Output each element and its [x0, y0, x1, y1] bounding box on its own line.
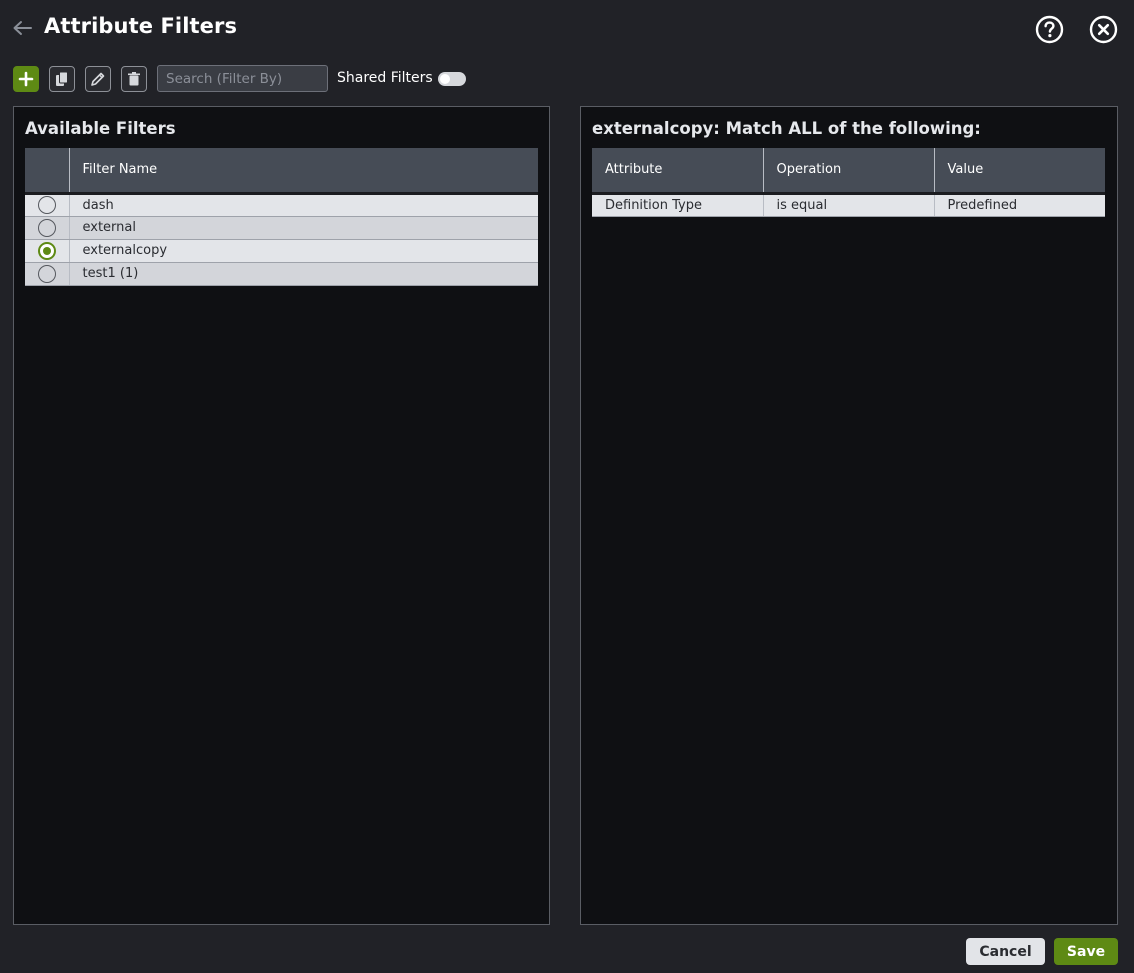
table-row[interactable]: dash — [25, 193, 538, 217]
close-circle-icon[interactable] — [1089, 15, 1118, 44]
filter-name-header[interactable]: Filter Name — [69, 148, 538, 193]
filter-details-title: externalcopy: Match ALL of the following… — [592, 119, 981, 138]
filter-details-panel: externalcopy: Match ALL of the following… — [580, 106, 1118, 925]
table-row[interactable]: test1 (1) — [25, 262, 538, 286]
header: Attribute Filters — [0, 0, 1134, 58]
copy-icon — [56, 71, 68, 86]
radio-button[interactable] — [37, 218, 56, 237]
pencil-icon — [91, 72, 105, 86]
attribute-cell: Definition Type — [592, 193, 764, 217]
table-row[interactable]: Definition Type is equal Predefined — [592, 193, 1105, 217]
plus-icon — [18, 71, 34, 87]
conditions-table: Attribute Operation Value Definition Typ… — [592, 148, 1105, 217]
operation-header[interactable]: Operation — [763, 148, 935, 193]
attribute-header[interactable]: Attribute — [592, 148, 764, 193]
copy-filter-button[interactable] — [49, 66, 75, 92]
toolbar: Shared Filters — [0, 62, 1134, 96]
shared-filters-toggle[interactable] — [438, 72, 466, 86]
page-title: Attribute Filters — [44, 14, 238, 38]
radio-button[interactable] — [37, 264, 56, 283]
save-button[interactable]: Save — [1054, 938, 1118, 965]
table-row[interactable]: external — [25, 216, 538, 240]
value-header[interactable]: Value — [934, 148, 1105, 193]
radio-button[interactable] — [37, 196, 56, 214]
arrow-left-icon[interactable] — [11, 18, 33, 38]
available-filters-panel: Available Filters Filter Name dash exter… — [13, 106, 550, 925]
add-filter-button[interactable] — [13, 66, 39, 92]
search-input[interactable] — [157, 65, 328, 92]
toggle-knob — [440, 74, 450, 84]
filter-name-cell: dash — [69, 193, 538, 217]
filter-name-cell: external — [69, 216, 538, 240]
operation-cell: is equal — [763, 193, 935, 217]
available-filters-title: Available Filters — [25, 119, 176, 138]
edit-filter-button[interactable] — [85, 66, 111, 92]
cancel-button[interactable]: Cancel — [966, 938, 1045, 965]
shared-filters-label: Shared Filters — [337, 70, 433, 86]
table-row[interactable]: externalcopy — [25, 239, 538, 263]
filters-table: Filter Name dash external externalcopy t… — [25, 148, 538, 286]
radio-button-selected[interactable] — [37, 241, 56, 260]
trash-icon — [128, 72, 140, 86]
select-column-header — [25, 148, 70, 193]
question-circle-icon[interactable] — [1035, 15, 1064, 44]
filter-name-cell: test1 (1) — [69, 262, 538, 286]
filter-name-cell: externalcopy — [69, 239, 538, 263]
value-cell: Predefined — [934, 193, 1105, 217]
delete-filter-button[interactable] — [121, 66, 147, 92]
